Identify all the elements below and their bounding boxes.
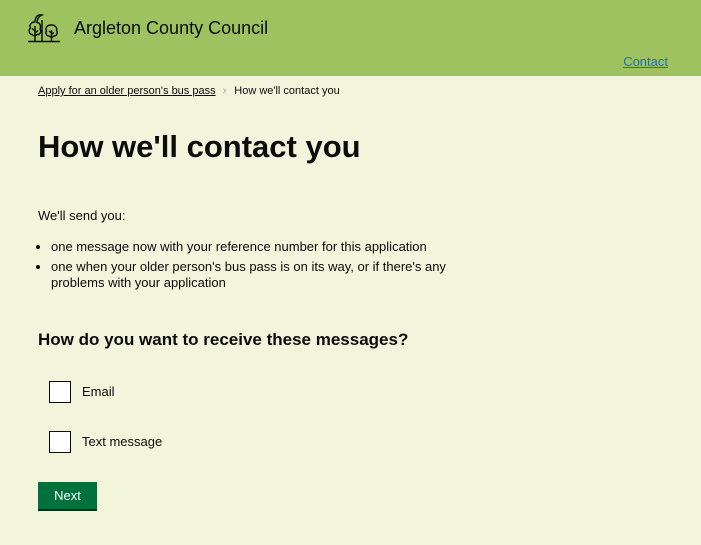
breadcrumb-current: How we'll contact you bbox=[234, 85, 340, 97]
breadcrumb-parent-link[interactable]: Apply for an older person's bus pass bbox=[38, 84, 216, 98]
breadcrumb: Apply for an older person's bus pass › H… bbox=[38, 84, 340, 98]
text-message-checkbox-label[interactable]: Text message bbox=[82, 434, 162, 450]
chevron-right-icon: › bbox=[222, 85, 227, 97]
email-checkbox-label[interactable]: Email bbox=[82, 384, 115, 400]
question-heading: How do you want to receive these message… bbox=[38, 330, 409, 349]
list-item: one when your older person's bus pass is… bbox=[51, 259, 471, 291]
text-message-checkbox[interactable] bbox=[49, 431, 71, 453]
council-logo[interactable]: Argleton County Council bbox=[26, 11, 268, 45]
next-button[interactable]: Next bbox=[38, 482, 97, 509]
list-item: one message now with your reference numb… bbox=[51, 239, 471, 255]
page-title: How we'll contact you bbox=[38, 129, 361, 164]
email-option[interactable]: Email bbox=[49, 381, 115, 403]
email-checkbox[interactable] bbox=[49, 381, 71, 403]
org-name: Argleton County Council bbox=[74, 18, 269, 38]
contact-link[interactable]: Contact bbox=[623, 54, 668, 70]
intro-text: We'll send you: bbox=[38, 208, 126, 223]
text-message-option[interactable]: Text message bbox=[49, 431, 162, 453]
message-list: one message now with your reference numb… bbox=[38, 239, 471, 295]
site-header: Argleton County Council Contact bbox=[0, 0, 701, 76]
trees-logo-icon bbox=[26, 12, 62, 44]
